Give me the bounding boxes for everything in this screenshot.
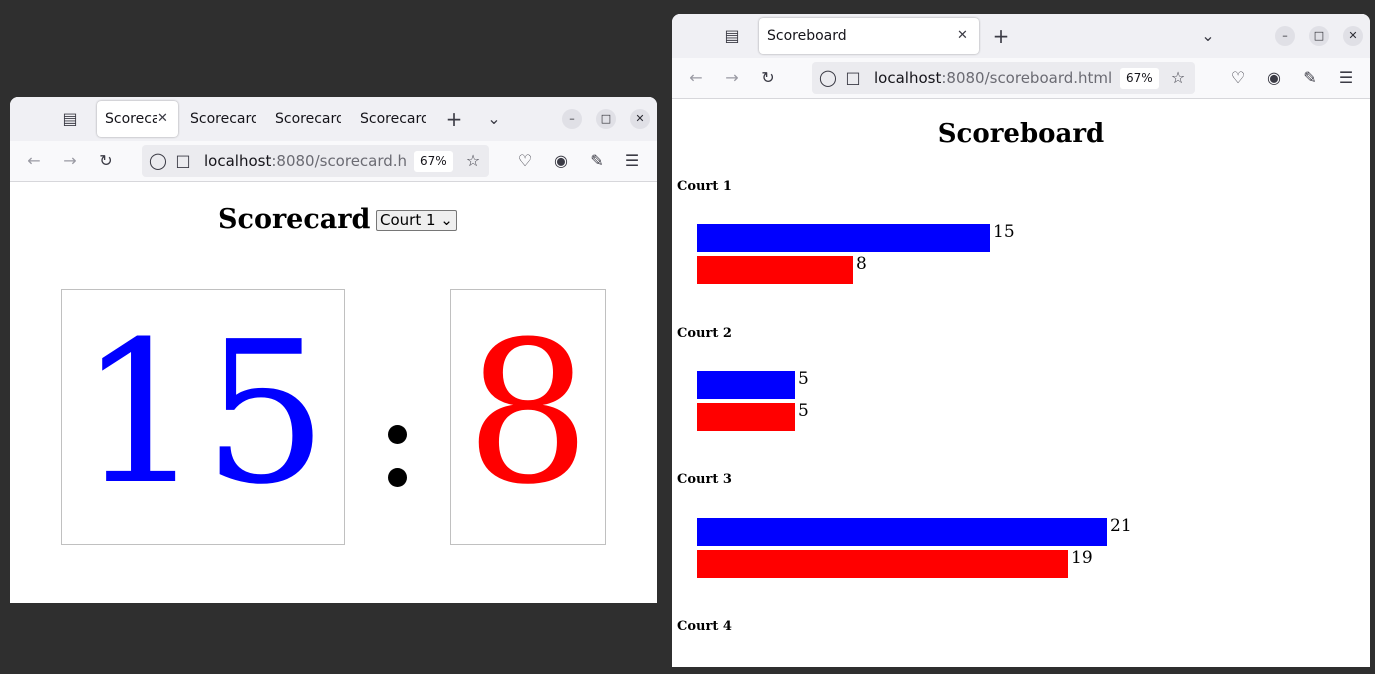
back-icon[interactable]: ←: [685, 68, 707, 88]
red-score: 8: [465, 300, 591, 528]
new-tab-icon[interactable]: +: [443, 109, 465, 129]
court-2-red-score: 5: [798, 401, 809, 421]
back-icon[interactable]: ←: [23, 151, 45, 171]
url-host: localhost: [874, 69, 942, 87]
minimize-icon[interactable]: –: [562, 109, 582, 129]
close-tab-icon[interactable]: ✕: [157, 101, 168, 137]
court-4-heading: Court 4: [677, 619, 732, 634]
court-select[interactable]: Court 1 ⌄: [376, 210, 457, 231]
tab-scorecard-3[interactable]: Scorecard: [267, 101, 347, 137]
court-3-red-bar: [697, 550, 1068, 578]
url-bar[interactable]: ◯ □ localhost:8080/scoreboard.html 67% ☆: [812, 62, 1195, 94]
tab-label: Scorecard: [275, 111, 341, 127]
shield-icon[interactable]: ◯: [817, 68, 839, 88]
court-2-blue-bar: [697, 371, 795, 399]
extensions-icon[interactable]: ✎: [586, 151, 608, 171]
bookmark-star-icon[interactable]: ☆: [1167, 68, 1189, 88]
close-window-icon[interactable]: ✕: [630, 109, 650, 129]
maximize-icon[interactable]: □: [1309, 26, 1329, 46]
scorecard-window: ▤ Scorecard ✕ Scorecard Scorecard Scorec…: [10, 97, 657, 603]
account-icon[interactable]: ◉: [1263, 68, 1285, 88]
court-3-blue-bar: [697, 518, 1107, 546]
account-icon[interactable]: ◉: [550, 151, 572, 171]
page-title: Scoreboard: [937, 119, 1105, 149]
tab-scorecard-4[interactable]: Scorecard: [352, 101, 432, 137]
court-3-blue-score: 21: [1110, 516, 1132, 536]
url-path: :8080/scoreboard.html: [941, 69, 1113, 87]
url-bar[interactable]: ◯ □ localhost:8080/scorecard.html 67% ☆: [142, 145, 489, 177]
reload-icon[interactable]: ↻: [95, 151, 117, 171]
blue-score-box[interactable]: 15: [61, 289, 345, 545]
court-2-blue-score: 5: [798, 369, 809, 389]
blue-score: 15: [78, 300, 328, 528]
tab-label: Scorecard: [105, 111, 157, 127]
url-path: :8080/scorecard.html: [271, 152, 407, 170]
scoreboard-page: Scoreboard Court 1 15 8 Court 2 5 5 Cour…: [672, 99, 1370, 667]
court-1-blue-bar: [697, 224, 990, 252]
tab-label: Scorecard: [360, 111, 426, 127]
court-3-red-score: 19: [1071, 548, 1093, 568]
forward-icon[interactable]: →: [721, 68, 743, 88]
nav-bar: ← → ↻ ◯ □ localhost:8080/scoreboard.html…: [672, 58, 1370, 99]
tab-label: Scorecard: [190, 111, 256, 127]
tab-scorecard-2[interactable]: Scorecard: [182, 101, 262, 137]
court-1-blue-score: 15: [993, 222, 1015, 242]
court-1-red-bar: [697, 256, 853, 284]
pocket-icon[interactable]: ♡: [514, 151, 536, 171]
court-1-heading: Court 1: [677, 179, 732, 194]
court-3-heading: Court 3: [677, 472, 732, 487]
zoom-level[interactable]: 67%: [414, 151, 453, 172]
tab-label: Scoreboard: [767, 28, 847, 44]
page-title: Scorecard: [218, 204, 371, 235]
bookmark-star-icon[interactable]: ☆: [462, 151, 484, 171]
url-host: localhost: [204, 152, 272, 170]
minimize-icon[interactable]: –: [1275, 26, 1295, 46]
tab-bar: ▤ Scoreboard ✕ + ⌄ – □ ✕: [672, 14, 1370, 58]
page-info-icon[interactable]: □: [172, 151, 194, 171]
forward-icon[interactable]: →: [59, 151, 81, 171]
nav-bar: ← → ↻ ◯ □ localhost:8080/scorecard.html …: [10, 141, 657, 182]
colon-separator-top: [388, 425, 407, 444]
list-tabs-icon[interactable]: ⌄: [1197, 26, 1219, 46]
tab-overview-icon[interactable]: ▤: [721, 26, 743, 46]
court-1-red-score: 8: [856, 254, 867, 274]
court-2-heading: Court 2: [677, 326, 732, 341]
tab-scorecard-1[interactable]: Scorecard ✕: [97, 101, 178, 137]
court-2-red-bar: [697, 403, 795, 431]
scorecard-page: Scorecard Court 1 ⌄ 15 8: [10, 182, 657, 603]
tab-scoreboard[interactable]: Scoreboard ✕: [759, 18, 979, 54]
url-text[interactable]: localhost:8080/scorecard.html: [204, 145, 407, 177]
maximize-icon[interactable]: □: [596, 109, 616, 129]
red-score-box[interactable]: 8: [450, 289, 606, 545]
extensions-icon[interactable]: ✎: [1299, 68, 1321, 88]
colon-separator-bottom: [388, 468, 407, 487]
menu-icon[interactable]: ☰: [621, 151, 643, 171]
new-tab-icon[interactable]: +: [990, 26, 1012, 46]
url-text[interactable]: localhost:8080/scoreboard.html: [874, 62, 1114, 94]
pocket-icon[interactable]: ♡: [1227, 68, 1249, 88]
shield-icon[interactable]: ◯: [147, 151, 169, 171]
zoom-level[interactable]: 67%: [1120, 68, 1159, 89]
close-tab-icon[interactable]: ✕: [957, 18, 968, 54]
tab-bar: ▤ Scorecard ✕ Scorecard Scorecard Scorec…: [10, 97, 657, 141]
scoreboard-window: ▤ Scoreboard ✕ + ⌄ – □ ✕ ← → ↻ ◯ □ local…: [672, 14, 1370, 667]
tab-overview-icon[interactable]: ▤: [59, 109, 81, 129]
list-tabs-icon[interactable]: ⌄: [483, 109, 505, 129]
menu-icon[interactable]: ☰: [1335, 68, 1357, 88]
close-window-icon[interactable]: ✕: [1343, 26, 1363, 46]
page-info-icon[interactable]: □: [842, 68, 864, 88]
reload-icon[interactable]: ↻: [757, 68, 779, 88]
